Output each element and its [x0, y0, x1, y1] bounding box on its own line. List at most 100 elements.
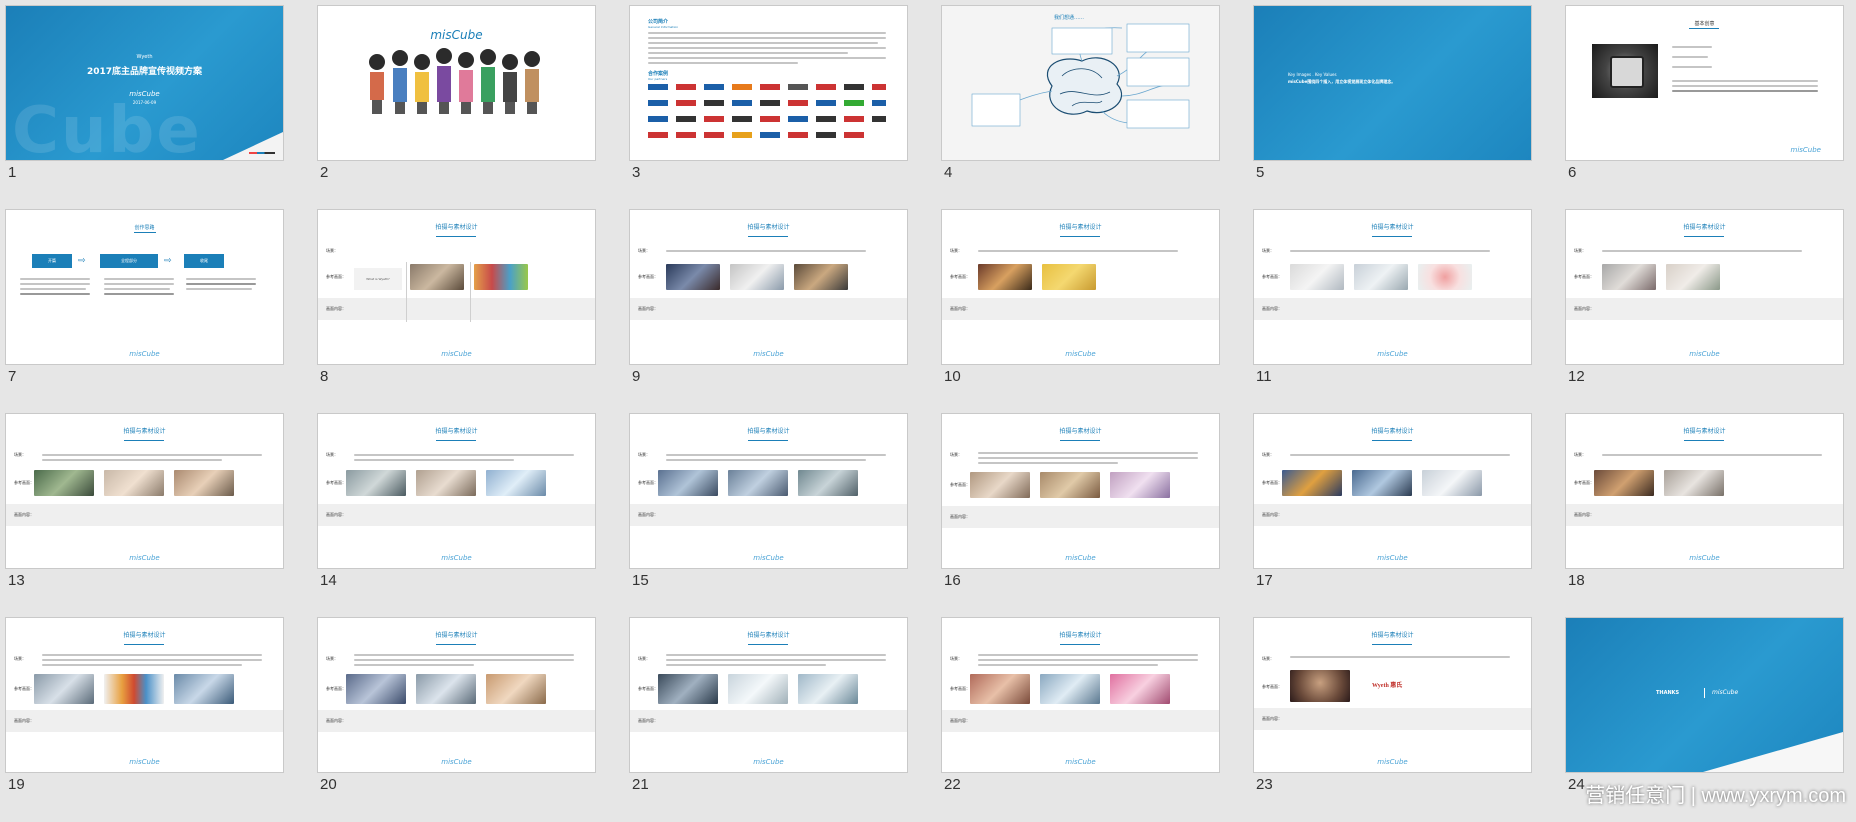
slide-cell-8[interactable]: 拍摄与素材设计 场景： 参考画面： 画面内容： What is Wyeth? m… [318, 210, 595, 414]
slide-number: 8 [320, 368, 329, 385]
row-label-scene: 场景： [1262, 452, 1274, 457]
slide-thumbnail-22[interactable]: 拍摄与素材设计 场景： 参考画面： 画面内容： misCube [942, 618, 1219, 772]
text-line [1672, 85, 1818, 87]
question-box: What is Wyeth? [354, 268, 402, 290]
slide-cell-4[interactable]: 我们想通…… 4 [942, 6, 1219, 210]
slide-thumbnail-20[interactable]: 拍摄与素材设计 场景： 参考画面： 画面内容： misCube [318, 618, 595, 772]
reference-photo [1352, 470, 1412, 496]
slide-cell-3[interactable]: 公司简介 General Information 合作案例 Our partne… [630, 6, 907, 210]
row-label-scene: 场景： [950, 452, 962, 457]
slide-number: 7 [8, 368, 17, 385]
slide-title: 拍摄与素材设计 [1371, 632, 1414, 639]
slide-thumbnail-19[interactable]: 拍摄与素材设计 场景： 参考画面： 画面内容： misCube [6, 618, 283, 772]
slide-thumbnail-21[interactable]: 拍摄与素材设计 场景： 参考画面： 画面内容： misCube [630, 618, 907, 772]
text-line [648, 37, 886, 39]
text-line [978, 654, 1198, 656]
logo: misCube [1065, 554, 1096, 562]
row-label-reference: 参考画面： [14, 686, 34, 691]
row-label-content: 画面内容： [638, 718, 658, 723]
reference-photo [970, 472, 1030, 498]
slide-title: 拍摄与素材设计 [1371, 428, 1414, 435]
slide-thumbnail-11[interactable]: 拍摄与素材设计 场景： 参考画面： 画面内容： misCube [1254, 210, 1531, 364]
slide-thumbnail-23[interactable]: 拍摄与素材设计 场景： 参考画面： Wyeth 惠氏 画面内容： misCube [1254, 618, 1531, 772]
slide-thumbnail-7[interactable]: 创作思路 开篇 ⇨ 全程部分 ⇨ 收尾 misCube [6, 210, 283, 364]
slide-thumbnail-24[interactable]: THANKS misCube [1566, 618, 1843, 772]
slide-thumbnail-14[interactable]: 拍摄与素材设计 场景： 参考画面： 画面内容： misCube [318, 414, 595, 568]
slide-thumbnail-6[interactable]: 基本创意 misCube [1566, 6, 1843, 160]
slide-thumbnail-3[interactable]: 公司简介 General Information 合作案例 Our partne… [630, 6, 907, 160]
slide-thumbnail-9[interactable]: 拍摄与素材设计 场景： 参考画面： 画面内容： misCube [630, 210, 907, 364]
arrow-icon: ⇨ [78, 256, 86, 266]
row-label-scene: 场景： [326, 248, 338, 253]
slide-cell-18[interactable]: 拍摄与素材设计 场景： 参考画面： 画面内容： misCube 18 [1566, 414, 1843, 618]
reference-photo [1422, 470, 1482, 496]
content-band [630, 504, 907, 526]
slide-cell-9[interactable]: 拍摄与素材设计 场景： 参考画面： 画面内容： misCube 9 [630, 210, 907, 414]
slide-thumbnail-18[interactable]: 拍摄与素材设计 场景： 参考画面： 画面内容： misCube [1566, 414, 1843, 568]
slide-sorter-grid: Cube Wyeth 2017底主品牌宣传视频方案 misCube 2017-0… [6, 6, 1856, 822]
slide-cell-20[interactable]: 拍摄与素材设计 场景： 参考画面： 画面内容： misCube 20 [318, 618, 595, 822]
row-label-content: 画面内容： [638, 306, 658, 311]
text-line [20, 278, 90, 280]
key-images-desc: misCube围绕四个插入，用立体视觉展现立体化品牌理念。 [1288, 79, 1396, 84]
slide-number: 16 [944, 572, 961, 589]
slide-cell-1[interactable]: Cube Wyeth 2017底主品牌宣传视频方案 misCube 2017-0… [6, 6, 283, 210]
slide-number: 23 [1256, 776, 1273, 793]
slide-thumbnail-8[interactable]: 拍摄与素材设计 场景： 参考画面： 画面内容： What is Wyeth? m… [318, 210, 595, 364]
slide-thumbnail-1[interactable]: Cube Wyeth 2017底主品牌宣传视频方案 misCube 2017-0… [6, 6, 283, 160]
slide-cell-12[interactable]: 拍摄与素材设计 场景： 参考画面： 画面内容： misCube 12 [1566, 210, 1843, 414]
slide-thumbnail-12[interactable]: 拍摄与素材设计 场景： 参考画面： 画面内容： misCube [1566, 210, 1843, 364]
reference-photo [978, 264, 1032, 290]
slide-title: 拍摄与素材设计 [123, 428, 166, 435]
row-label-scene: 场景： [326, 656, 338, 661]
reference-photo [728, 470, 788, 496]
logo: misCube [129, 350, 160, 358]
text-line [666, 454, 886, 456]
slide-cell-13[interactable]: 拍摄与素材设计 场景： 参考画面： 画面内容： misCube 13 [6, 414, 283, 618]
row-label-scene: 场景： [14, 656, 26, 661]
slide-number: 19 [8, 776, 25, 793]
text-line [648, 57, 886, 59]
text-line [42, 659, 262, 661]
title-rule [1689, 28, 1719, 29]
slide-cell-15[interactable]: 拍摄与素材设计 场景： 参考画面： 画面内容： misCube 15 [630, 414, 907, 618]
slide-title: 2017底主品牌宣传视频方案 [86, 67, 203, 77]
slide-thumbnail-5[interactable]: Key Images . Key Values misCube围绕四个插入，用立… [1254, 6, 1531, 160]
row-label-reference: 参考画面： [326, 274, 346, 279]
slide-number: 9 [632, 368, 641, 385]
slide-thumbnail-10[interactable]: 拍摄与素材设计 场景： 参考画面： 画面内容： misCube [942, 210, 1219, 364]
text-line [20, 283, 90, 285]
reference-photo [1594, 470, 1654, 496]
text-line [186, 283, 256, 285]
reference-photo [34, 674, 94, 704]
content-band [6, 504, 283, 526]
slide-cell-23[interactable]: 拍摄与素材设计 场景： 参考画面： Wyeth 惠氏 画面内容： misCube… [1254, 618, 1531, 822]
slide-cell-21[interactable]: 拍摄与素材设计 场景： 参考画面： 画面内容： misCube 21 [630, 618, 907, 822]
slide-cell-6[interactable]: 基本创意 misCube 6 [1566, 6, 1843, 210]
slide-cell-14[interactable]: 拍摄与素材设计 场景： 参考画面： 画面内容： misCube 14 [318, 414, 595, 618]
slide-cell-17[interactable]: 拍摄与素材设计 场景： 参考画面： 画面内容： misCube 17 [1254, 414, 1531, 618]
slide-number: 17 [1256, 572, 1273, 589]
slide-number: 2 [320, 164, 329, 181]
slide-thumbnail-16[interactable]: 拍摄与素材设计 场景： 参考画面： 画面内容： misCube [942, 414, 1219, 568]
row-label-scene: 场景： [1574, 452, 1586, 457]
slide-cell-2[interactable]: misCube 2 [318, 6, 595, 210]
slide-cell-11[interactable]: 拍摄与素材设计 场景： 参考画面： 画面内容： misCube 11 [1254, 210, 1531, 414]
text-line [1602, 250, 1802, 252]
slide-thumbnail-17[interactable]: 拍摄与素材设计 场景： 参考画面： 画面内容： misCube [1254, 414, 1531, 568]
text-line [1290, 656, 1510, 658]
slide-thumbnail-2[interactable]: misCube [318, 6, 595, 160]
slide-cell-5[interactable]: Key Images . Key Values misCube围绕四个插入，用立… [1254, 6, 1531, 210]
slide-thumbnail-4[interactable]: 我们想通…… [942, 6, 1219, 160]
slide-thumbnail-15[interactable]: 拍摄与素材设计 场景： 参考画面： 画面内容： misCube [630, 414, 907, 568]
reference-photo [1602, 264, 1656, 290]
color-bars [249, 152, 275, 154]
slide-cell-10[interactable]: 拍摄与素材设计 场景： 参考画面： 画面内容： misCube 10 [942, 210, 1219, 414]
slide-cell-7[interactable]: 创作思路 开篇 ⇨ 全程部分 ⇨ 收尾 misCube 7 [6, 210, 283, 414]
slide-cell-16[interactable]: 拍摄与素材设计 场景： 参考画面： 画面内容： misCube 16 [942, 414, 1219, 618]
slide-thumbnail-13[interactable]: 拍摄与素材设计 场景： 参考画面： 画面内容： misCube [6, 414, 283, 568]
slide-cell-22[interactable]: 拍摄与素材设计 场景： 参考画面： 画面内容： misCube 22 [942, 618, 1219, 822]
logo: misCube [441, 758, 472, 766]
text-line [666, 459, 866, 461]
slide-cell-19[interactable]: 拍摄与素材设计 场景： 参考画面： 画面内容： misCube 19 [6, 618, 283, 822]
